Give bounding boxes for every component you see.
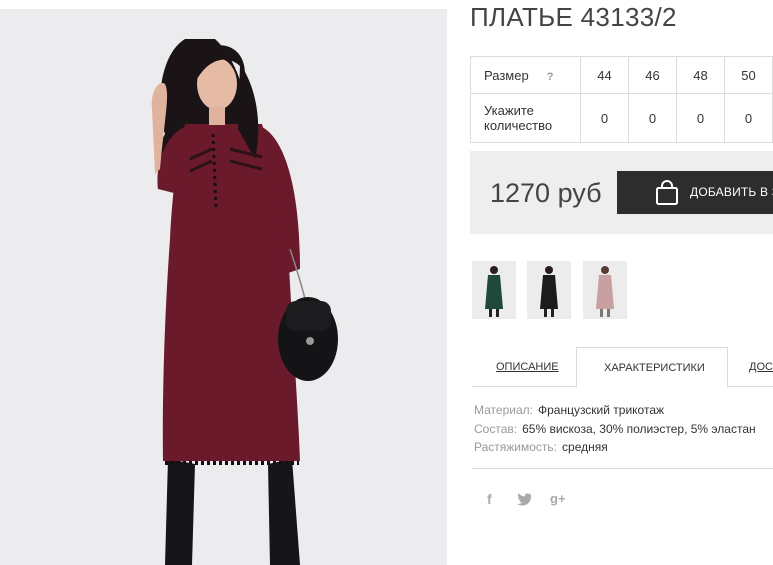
price-panel: 1270 руб Добавить в заказ [470, 151, 773, 234]
characteristic-value: средняя [562, 440, 608, 454]
quantity-input-50[interactable]: 0 [724, 93, 773, 143]
size-quantity-table: Размер? 44 46 48 50 Укажите количество 0 … [470, 56, 773, 143]
characteristic-stretch: Растяжимость: средняя [474, 440, 608, 454]
characteristic-key: Материал: [474, 403, 533, 417]
tab-delivery[interactable]: Доставка [749, 347, 773, 386]
size-48: 48 [676, 56, 725, 94]
quantity-input-48[interactable]: 0 [676, 93, 725, 143]
characteristic-key: Растяжимость: [474, 440, 558, 454]
product-tabs: Описание Характеристики Доставка [472, 347, 773, 388]
quantity-label-line2: количество [484, 118, 553, 133]
tab-characteristics-label: Характеристики [604, 362, 705, 374]
tab-characteristics[interactable]: Характеристики [576, 347, 728, 388]
add-to-order-label: Добавить в заказ [690, 185, 773, 199]
size-44: 44 [580, 56, 629, 94]
shopping-bag-icon [655, 180, 679, 211]
thumbnail-pink-dress[interactable] [583, 261, 627, 319]
characteristic-key: Состав: [474, 422, 518, 436]
tab-delivery-label: Доставка [749, 361, 773, 373]
google-plus-share-icon[interactable]: g+ [550, 491, 566, 506]
size-46: 46 [628, 56, 677, 94]
help-icon[interactable]: ? [547, 71, 554, 83]
quantity-input-46[interactable]: 0 [628, 93, 677, 143]
tab-description[interactable]: Описание [472, 347, 576, 386]
characteristic-value: 65% вискоза, 30% полиэстер, 5% эластан [522, 422, 756, 436]
quantity-input-44[interactable]: 0 [580, 93, 629, 143]
quantity-label-line1: Укажите [484, 103, 534, 118]
size-50: 50 [724, 56, 773, 94]
facebook-share-icon[interactable]: f [487, 491, 492, 507]
divider [472, 468, 773, 469]
quantity-label-cell: Укажите количество [470, 93, 581, 143]
product-price: 1270 руб [490, 178, 602, 208]
size-label-cell: Размер? [470, 56, 581, 94]
size-label: Размер [484, 67, 529, 83]
characteristic-composition: Состав: 65% вискоза, 30% полиэстер, 5% эл… [474, 422, 756, 436]
characteristic-material: Материал: Французский трикотаж [474, 403, 664, 417]
product-title: ПЛАТЬЕ 43133/2 [470, 2, 677, 32]
twitter-share-icon[interactable] [516, 493, 532, 511]
characteristic-value: Французский трикотаж [537, 403, 665, 417]
thumbnail-green-dress[interactable] [472, 261, 516, 319]
add-to-order-button[interactable]: Добавить в заказ [617, 171, 773, 214]
tab-description-label: Описание [496, 361, 559, 373]
product-main-image[interactable] [0, 9, 447, 565]
thumbnail-black-dress[interactable] [527, 261, 571, 319]
